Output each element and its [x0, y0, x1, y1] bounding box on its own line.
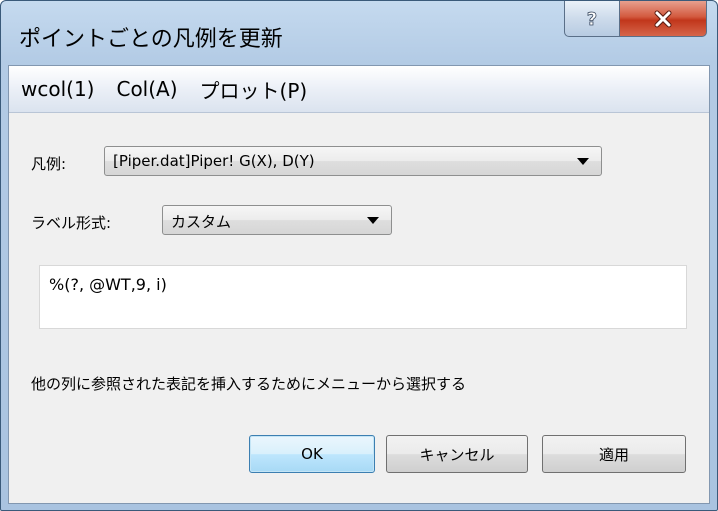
close-icon	[654, 10, 672, 27]
chevron-down-icon	[367, 217, 379, 224]
help-icon: ?	[586, 8, 597, 30]
dialog-body: wcol(1) Col(A) プロット(P) 凡例: [Piper.dat]Pi…	[8, 65, 710, 504]
expression-input[interactable]: %(?, @WT,9, i)	[39, 265, 687, 329]
close-button[interactable]	[619, 1, 707, 37]
legend-dropdown[interactable]: [Piper.dat]Piper! G(X), D(Y)	[104, 146, 602, 176]
dialog-window: ポイントごとの凡例を更新 ? wcol(1) Col(A) プロット(P) 凡例…	[0, 0, 718, 511]
apply-button[interactable]: 適用	[542, 435, 686, 473]
help-button[interactable]: ?	[564, 1, 620, 37]
menu-col[interactable]: Col(A)	[106, 77, 187, 101]
menu-plot[interactable]: プロット(P)	[190, 75, 318, 104]
label-format-label: ラベル形式:	[31, 214, 112, 232]
legend-label: 凡例:	[31, 155, 67, 173]
hint-text: 他の列に参照された表記を挿入するためにメニューから選択する	[31, 375, 467, 393]
chevron-down-icon	[577, 158, 589, 165]
cancel-button-label: キャンセル	[419, 445, 495, 464]
window-title: ポイントごとの凡例を更新	[19, 27, 283, 52]
label-format-dropdown-value: カスタム	[171, 213, 232, 231]
menu-wcol[interactable]: wcol(1)	[11, 77, 104, 101]
cancel-button[interactable]: キャンセル	[386, 435, 528, 473]
expression-value: %(?, @WT,9, i)	[49, 275, 167, 294]
legend-dropdown-value: [Piper.dat]Piper! G(X), D(Y)	[113, 152, 315, 170]
label-format-dropdown[interactable]: カスタム	[162, 205, 392, 235]
ok-button-label: OK	[301, 445, 323, 463]
apply-button-label: 適用	[598, 445, 629, 464]
menu-bar: wcol(1) Col(A) プロット(P)	[9, 66, 709, 113]
ok-button[interactable]: OK	[249, 435, 375, 473]
svg-text:?: ?	[587, 9, 597, 30]
title-bar[interactable]: ポイントごとの凡例を更新 ?	[1, 1, 717, 65]
